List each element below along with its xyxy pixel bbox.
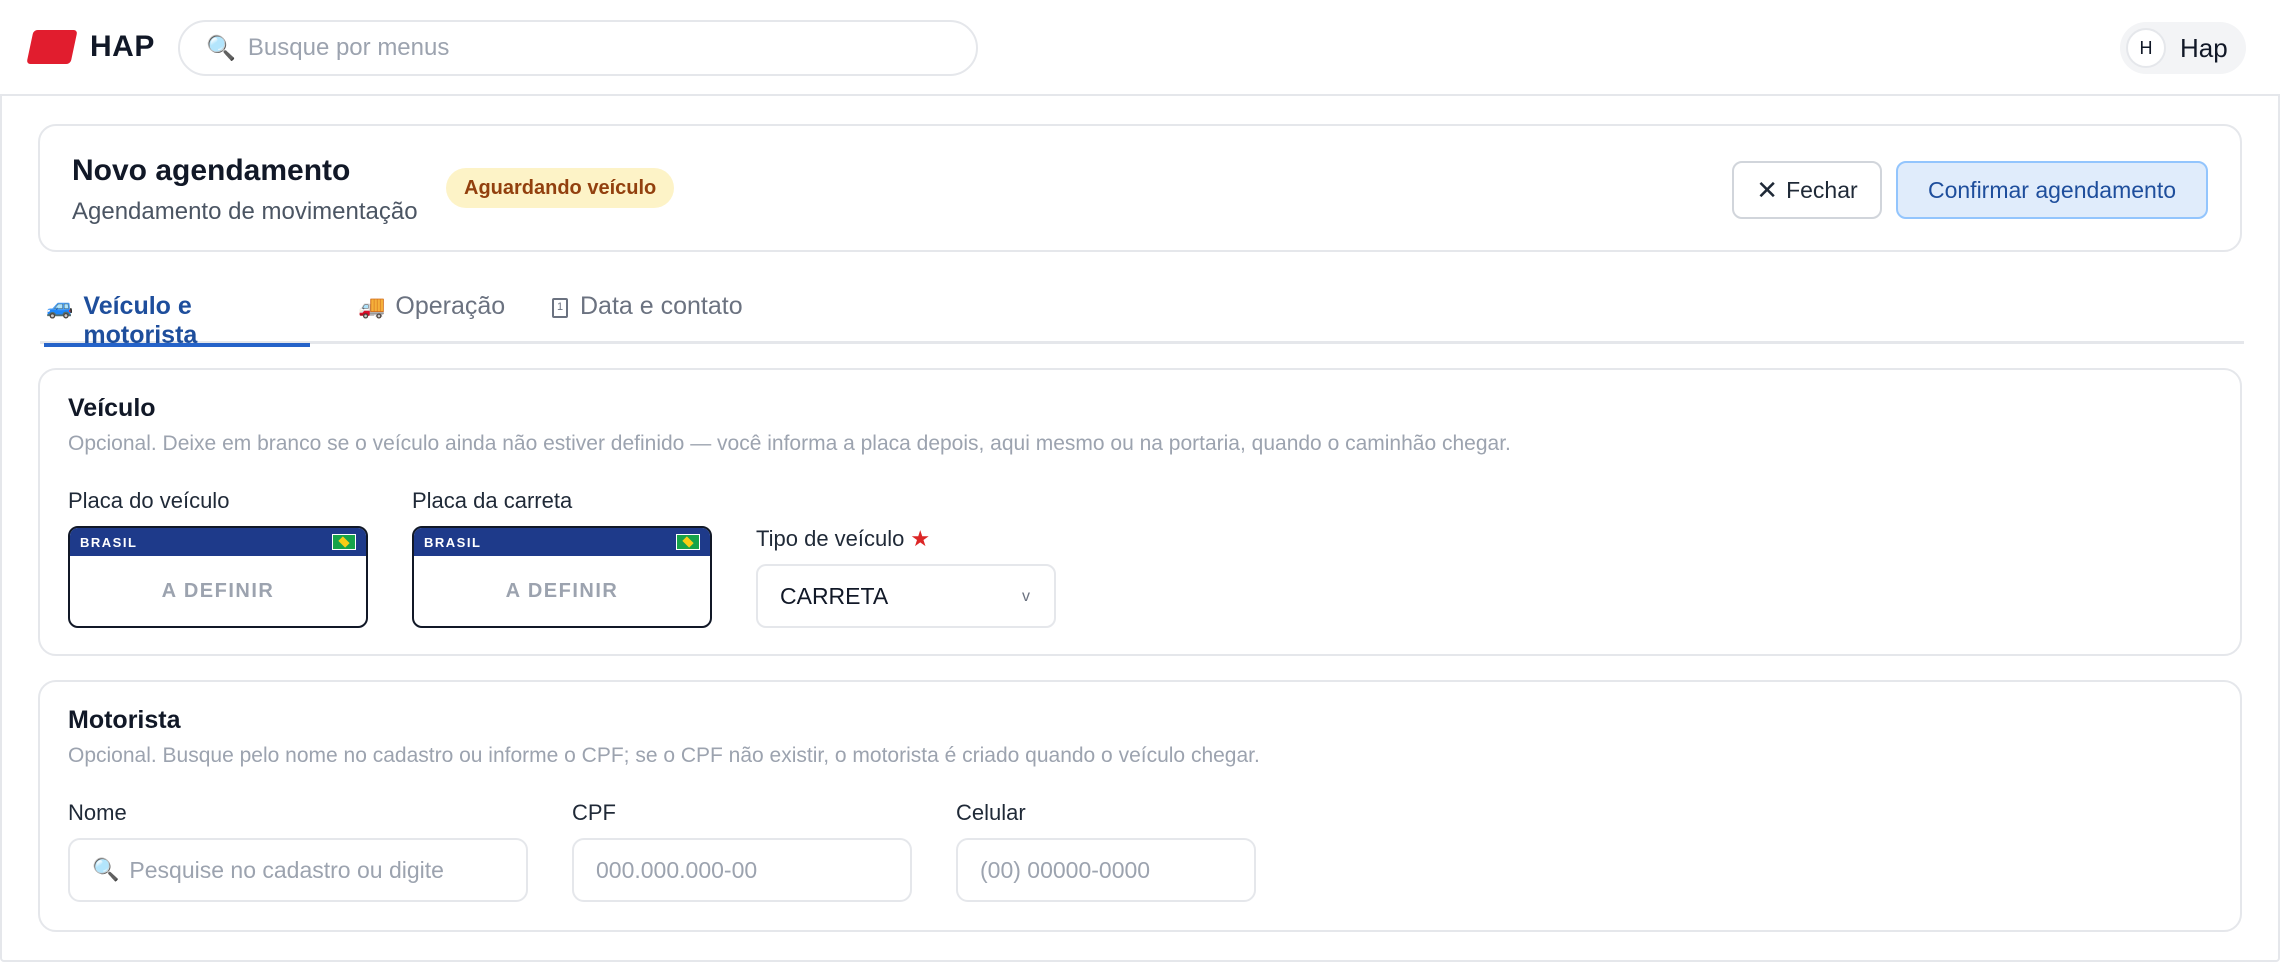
plate-band: BRASIL <box>414 528 710 556</box>
top-bar: HAP 🔍 H Hap <box>0 0 2280 96</box>
section-title: Motorista <box>68 706 181 734</box>
tab-bar: 🚙 Veículo e motorista 🚚 Operação 1 Data … <box>40 286 2244 349</box>
status-badge: Aguardando veículo <box>446 168 675 208</box>
plate-label: Placa do veículo <box>68 488 230 513</box>
phone-field[interactable] <box>956 838 1256 902</box>
close-button-label: Fechar <box>1786 176 1858 203</box>
tab-vehicle-driver[interactable]: 🚙 Veículo e motorista <box>44 292 310 349</box>
name-label: Nome <box>68 800 127 825</box>
trailer-label: Placa da carreta <box>412 488 573 513</box>
search-icon: 🔍 <box>92 857 120 882</box>
vehicle-type-value: CARRETA <box>780 582 889 609</box>
cpf-label: CPF <box>572 800 616 825</box>
search-icon: 🔍 <box>206 34 236 62</box>
phone-input[interactable] <box>980 856 1254 884</box>
vehicle-plate-input[interactable]: BRASIL A DEFINIR <box>68 526 368 628</box>
page-header: Novo agendamento Agendamento de moviment… <box>38 124 2242 252</box>
section-description: Opcional. Busque pelo nome no cadastro o… <box>68 744 1260 767</box>
search-input[interactable] <box>247 34 928 62</box>
avatar: H <box>2126 28 2166 68</box>
brazil-flag-icon <box>676 534 700 550</box>
truck-icon: 🚚 <box>358 294 386 319</box>
plate-country: BRASIL <box>424 534 482 550</box>
driver-name-field[interactable]: 🔍 <box>68 838 528 902</box>
logo-mark-icon <box>26 30 78 64</box>
confirm-button[interactable]: Confirmar agendamento <box>1896 161 2208 219</box>
driver-name-input[interactable] <box>129 856 526 884</box>
user-menu[interactable]: H Hap <box>2120 22 2246 74</box>
app-logo[interactable]: HAP <box>26 30 155 64</box>
tab-label: Operação <box>395 292 506 320</box>
tab-operation[interactable]: 🚚 Operação <box>358 292 505 344</box>
vehicle-section: Veículo Opcional. Deixe em branco se o v… <box>38 368 2242 656</box>
vehicle-type-select[interactable]: CARRETA v <box>756 564 1056 628</box>
plate-band: BRASIL <box>70 528 366 556</box>
tab-date-contact[interactable]: 1 Data e contato <box>552 292 743 344</box>
cpf-input[interactable] <box>596 856 910 884</box>
menu-search[interactable]: 🔍 <box>178 20 978 76</box>
page-title: Novo agendamento <box>72 154 351 187</box>
close-icon: ✕ <box>1756 174 1779 205</box>
plate-value: A DEFINIR <box>161 579 275 602</box>
vehicle-type-label: Tipo de veículo ★ <box>756 526 930 552</box>
car-icon: 🚙 <box>46 294 74 319</box>
plate-country: BRASIL <box>80 534 138 550</box>
required-star-icon: ★ <box>910 526 931 551</box>
section-description: Opcional. Deixe em branco se o veículo a… <box>68 432 1511 455</box>
vehicle-type-label-text: Tipo de veículo <box>756 526 905 551</box>
tab-label: Data e contato <box>580 292 743 320</box>
trailer-plate-input[interactable]: BRASIL A DEFINIR <box>412 526 712 628</box>
cpf-field[interactable] <box>572 838 912 902</box>
close-button[interactable]: ✕ Fechar <box>1732 161 1882 219</box>
page-subtitle: Agendamento de movimentação <box>72 198 418 225</box>
calendar-icon: 1 <box>552 298 568 318</box>
brazil-flag-icon <box>332 534 356 550</box>
chevron-down-icon: v <box>1022 588 1030 605</box>
logo-text: HAP <box>90 30 155 63</box>
tab-label: Veículo e motorista <box>83 292 198 349</box>
user-name: Hap <box>2180 32 2228 63</box>
plate-value: A DEFINIR <box>505 579 619 602</box>
phone-label: Celular <box>956 800 1026 825</box>
section-title: Veículo <box>68 394 156 422</box>
driver-section: Motorista Opcional. Busque pelo nome no … <box>38 680 2242 932</box>
